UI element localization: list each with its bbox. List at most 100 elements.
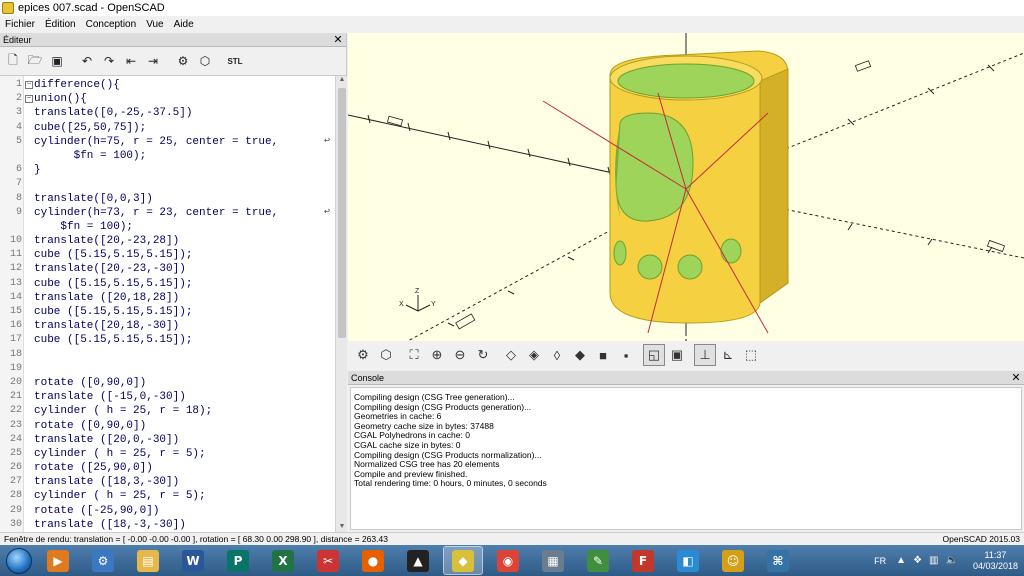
code-line[interactable]: 11 cube ([5.15,5.15,5.15]); [0, 248, 335, 262]
taskbar-python[interactable]: ⌘ [758, 546, 798, 575]
fold-marker-icon[interactable]: − [25, 95, 33, 104]
code-line[interactable]: 29 rotate ([-25,90,0]) [0, 504, 335, 518]
code-line[interactable]: 24 translate ([20,0,-30]) [0, 433, 335, 447]
taskbar-chrome[interactable]: ◉ [488, 546, 528, 575]
code-line[interactable]: 9 cylinder(h=73, r = 23, center = true, ↩ [0, 206, 335, 220]
code-line[interactable]: 30 translate ([18,-3,-30]) [0, 518, 335, 532]
code-line[interactable]: 25 cylinder ( h = 25, r = 5); [0, 447, 335, 461]
zoom-in-icon[interactable]: ⊕ [426, 344, 448, 366]
code-line[interactable]: 16 translate([20,18,-30]) [0, 319, 335, 333]
fold-marker-icon[interactable]: − [25, 81, 33, 89]
editor-close-icon[interactable]: ✕ [333, 34, 343, 45]
code-line[interactable]: $fn = 100); [0, 220, 335, 234]
code-line[interactable]: 17 cube ([5.15,5.15,5.15]); [0, 333, 335, 347]
view-bottom-icon[interactable]: ◊ [546, 344, 568, 366]
scroll-down-arrow[interactable]: ▼ [336, 523, 347, 532]
code-line[interactable]: 3 translate([0,-25,-37.5]) [0, 106, 335, 120]
show-axes-icon[interactable]: ⊥ [694, 344, 716, 366]
code-line[interactable]: 18 [0, 348, 335, 362]
3d-viewport[interactable]: Z Y X [348, 33, 1024, 341]
clock[interactable]: 11:37 04/03/2018 [973, 550, 1018, 572]
redo-icon[interactable]: ↷ [99, 51, 119, 71]
orthogonal-icon[interactable]: ▣ [666, 344, 688, 366]
taskbar-game[interactable]: ☺ [713, 546, 753, 575]
code-line[interactable]: 27 translate ([18,3,-30]) [0, 475, 335, 489]
view-left-icon[interactable]: ◆ [569, 344, 591, 366]
taskbar-firefox[interactable]: ● [353, 546, 393, 575]
zoom-out-icon[interactable]: ⊖ [449, 344, 471, 366]
code-line[interactable]: 2− union(){ [0, 92, 335, 106]
code-line[interactable]: 19 [0, 362, 335, 376]
code-line[interactable]: 5 cylinder(h=75, r = 25, center = true, ↩ [0, 135, 335, 149]
taskbar-word[interactable]: W [173, 546, 213, 575]
code-line[interactable]: 22 cylinder ( h = 25, r = 18); [0, 404, 335, 418]
code-line[interactable]: 12 translate([20,-23,-30]) [0, 262, 335, 276]
firefox-icon: ● [362, 549, 384, 572]
menu-conception[interactable]: Conception [81, 19, 142, 30]
menu-vue[interactable]: Vue [141, 19, 168, 30]
editor-vertical-scrollbar[interactable]: ▲ ▼ [335, 76, 347, 532]
view-top-icon[interactable]: ◈ [523, 344, 545, 366]
taskbar-calculator[interactable]: ▦ [533, 546, 573, 575]
taskbar-openscad[interactable]: ◆ [443, 546, 483, 575]
perspective-icon[interactable]: ◱ [643, 344, 665, 366]
view-front-icon[interactable]: ■ [592, 344, 614, 366]
dropbox-icon[interactable]: ❖ [913, 555, 922, 566]
new-icon[interactable]: 🗋 [3, 51, 23, 71]
taskbar-file-explorer[interactable]: ▤ [128, 546, 168, 575]
language-indicator[interactable]: FR [874, 556, 886, 566]
show-hidden-icons-icon[interactable]: ▲ [896, 555, 906, 566]
menu-aide[interactable]: Aide [169, 19, 199, 30]
render-icon[interactable]: ⬡ [195, 51, 215, 71]
menu-fichier[interactable]: Fichier [0, 19, 40, 30]
code-line[interactable]: 21 translate ([-15,0,-30]) [0, 390, 335, 404]
code-line[interactable]: 6} [0, 163, 335, 177]
taskbar-notepad[interactable]: ✎ [578, 546, 618, 575]
start-button[interactable] [0, 545, 38, 576]
code-line[interactable]: $fn = 100); [0, 149, 335, 163]
taskbar-filezilla[interactable]: F [623, 546, 663, 575]
taskbar-control-panel[interactable]: ⚙ [83, 546, 123, 575]
scroll-up-arrow[interactable]: ▲ [336, 76, 347, 86]
taskbar-media-player[interactable]: ▶ [38, 546, 78, 575]
code-line[interactable]: 20 rotate ([0,90,0]) [0, 376, 335, 390]
taskbar-paint[interactable]: ◧ [668, 546, 708, 575]
render-icon[interactable]: ⬡ [375, 344, 397, 366]
code-line[interactable]: 14 translate ([20,18,28]) [0, 291, 335, 305]
console-close-icon[interactable]: ✕ [1011, 372, 1021, 383]
code-line[interactable]: 28 cylinder ( h = 25, r = 5); [0, 489, 335, 503]
indent-icon[interactable]: ⇥ [143, 51, 163, 71]
preview-icon[interactable]: ⚙ [173, 51, 193, 71]
code-line[interactable]: 23 rotate ([0,90,0]) [0, 419, 335, 433]
code-line[interactable]: 8 translate([0,0,3]) [0, 192, 335, 206]
code-editor[interactable]: 1− difference(){2− union(){3 translate([0,-… [0, 75, 347, 532]
code-line[interactable]: 26 rotate ([25,90,0]) [0, 461, 335, 475]
show-edges-icon[interactable]: ⬚ [740, 344, 762, 366]
reset-view-icon[interactable]: ↻ [472, 344, 494, 366]
code-line[interactable]: 4 cube([25,50,75]); [0, 121, 335, 135]
code-line[interactable]: 13 cube ([5.15,5.15,5.15]); [0, 277, 335, 291]
taskbar-snipping-tool[interactable]: ✂ [308, 546, 348, 575]
code-line[interactable]: 15 cube ([5.15,5.15,5.15]); [0, 305, 335, 319]
preview-icon[interactable]: ⚙ [352, 344, 374, 366]
scroll-thumb[interactable] [338, 88, 346, 338]
export-stl-icon[interactable]: STL [225, 51, 245, 71]
show-scale-icon[interactable]: ⊾ [717, 344, 739, 366]
menu-edition[interactable]: Édition [40, 19, 81, 30]
word-icon: W [182, 549, 204, 572]
taskbar-inkscape[interactable]: ▲ [398, 546, 438, 575]
unindent-icon[interactable]: ⇤ [121, 51, 141, 71]
view-back-icon[interactable]: ▪ [615, 344, 637, 366]
code-line[interactable]: 10 translate([20,-23,28]) [0, 234, 335, 248]
taskbar-publisher[interactable]: P [218, 546, 258, 575]
view-right-icon[interactable]: ◇ [500, 344, 522, 366]
undo-icon[interactable]: ↶ [77, 51, 97, 71]
code-line[interactable]: 7 [0, 177, 335, 191]
view-all-icon[interactable]: ⛶ [403, 344, 425, 366]
network-icon[interactable]: ▥ [929, 555, 938, 566]
open-icon[interactable]: 🗁 [25, 51, 45, 71]
volume-icon[interactable]: 🔈 [946, 555, 958, 566]
save-icon[interactable]: ▣ [47, 51, 67, 71]
taskbar-excel[interactable]: X [263, 546, 303, 575]
code-line[interactable]: 1− difference(){ [0, 78, 335, 92]
